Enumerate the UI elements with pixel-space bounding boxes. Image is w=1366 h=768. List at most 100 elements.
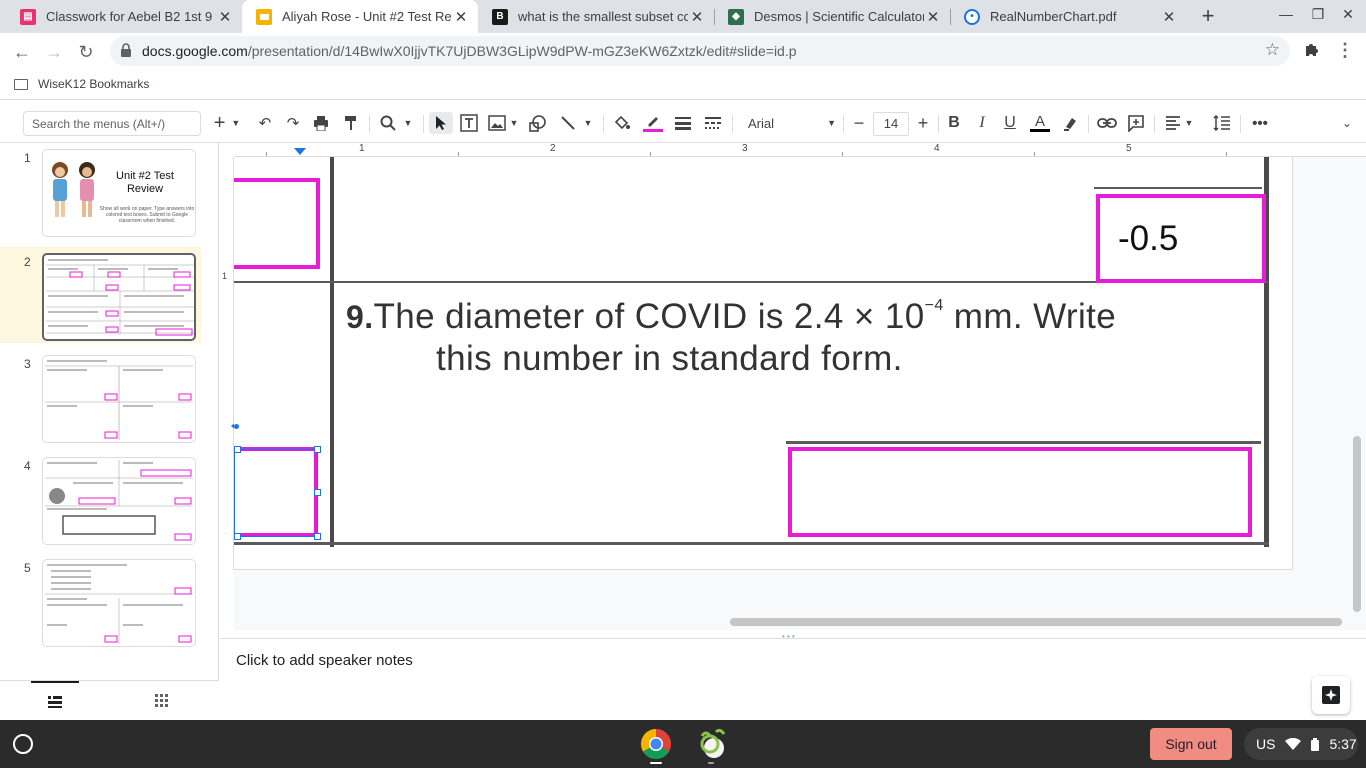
box-shadow-line bbox=[786, 441, 1261, 444]
new-tab-button[interactable]: + bbox=[1196, 4, 1220, 28]
tab-slides[interactable]: Aliyah Rose - Unit #2 Test Revie ✕ bbox=[242, 0, 478, 33]
forward-button[interactable]: → bbox=[42, 40, 66, 64]
resize-handle[interactable] bbox=[234, 533, 241, 540]
more-options-icon[interactable]: ••• bbox=[1248, 112, 1272, 134]
undo-button[interactable]: ↶ bbox=[254, 112, 276, 134]
bold-button[interactable]: B bbox=[944, 112, 964, 134]
collapse-toolbar-icon[interactable]: ⌄ bbox=[1336, 112, 1358, 134]
select-cursor-icon[interactable] bbox=[429, 112, 453, 134]
menu-search-input[interactable]: Search the menus (Alt+/) bbox=[23, 111, 201, 136]
worksheet-preview bbox=[45, 564, 193, 644]
question-line-1: The diameter of COVID is 2.4 × 10 bbox=[373, 297, 925, 336]
explore-button[interactable] bbox=[1312, 676, 1350, 714]
extensions-puzzle-icon[interactable] bbox=[1302, 40, 1322, 60]
resize-handle[interactable] bbox=[234, 446, 241, 453]
answer-box-9[interactable] bbox=[788, 447, 1252, 537]
fill-color-icon[interactable] bbox=[611, 112, 633, 134]
add-comment-icon[interactable] bbox=[1124, 112, 1148, 134]
slides-toolbar: Search the menus (Alt+/) + ▼ ↶ ↷ ▼ ▼ ▼ Ar… bbox=[0, 103, 1366, 143]
text-color-icon[interactable]: A bbox=[1028, 112, 1052, 134]
slide-thumbnail-2[interactable]: 2 bbox=[0, 247, 201, 343]
slide-thumbnail-4[interactable]: 4 bbox=[0, 451, 201, 547]
close-icon[interactable]: ✕ bbox=[688, 8, 706, 26]
slide-thumbnail-1[interactable]: 1 Unit #2 Test Review Show all work on p… bbox=[0, 143, 201, 239]
question-line-1-end: mm. Write bbox=[943, 297, 1117, 336]
paint-format-icon[interactable] bbox=[340, 112, 362, 134]
answer-8-text[interactable]: -0.5 bbox=[1118, 219, 1178, 259]
highlight-color-icon[interactable] bbox=[1058, 112, 1082, 134]
launcher-icon[interactable] bbox=[13, 734, 33, 754]
border-dash-icon[interactable] bbox=[702, 112, 724, 134]
status-tray[interactable]: US 5:37 bbox=[1244, 728, 1358, 760]
thumbnail-title: Unit #2 Test Review bbox=[116, 170, 174, 195]
browser-menu-icon[interactable]: ⋮ bbox=[1336, 40, 1354, 60]
close-icon[interactable]: ✕ bbox=[452, 8, 470, 26]
border-color-icon[interactable] bbox=[641, 112, 665, 134]
slide-canvas[interactable]: -0.5 9.The diameter of COVID is 2.4 × 10… bbox=[234, 157, 1293, 570]
indent-marker-icon[interactable] bbox=[292, 148, 308, 156]
slide-thumbnail-3[interactable]: 3 bbox=[0, 349, 201, 445]
answer-box-previous-left[interactable] bbox=[234, 178, 320, 269]
close-icon[interactable]: ✕ bbox=[1160, 8, 1178, 26]
tab-pdf[interactable]: • RealNumberChart.pdf ✕ bbox=[950, 0, 1186, 33]
insert-link-icon[interactable] bbox=[1095, 112, 1119, 134]
locale-label: US bbox=[1256, 736, 1276, 752]
lock-icon bbox=[121, 43, 131, 57]
ruler-mark: 4 bbox=[934, 143, 940, 154]
speaker-notes[interactable]: Click to add speaker notes bbox=[220, 638, 1366, 720]
redo-button[interactable]: ↷ bbox=[282, 112, 304, 134]
line-spacing-icon[interactable] bbox=[1210, 112, 1234, 134]
border-weight-icon[interactable] bbox=[672, 112, 694, 134]
back-button[interactable]: ← bbox=[10, 40, 34, 64]
close-icon[interactable]: ✕ bbox=[924, 8, 942, 26]
font-family-select[interactable]: Arial ▼ bbox=[740, 112, 840, 134]
minimize-button[interactable]: — bbox=[1276, 6, 1296, 26]
maximize-button[interactable]: ❐ bbox=[1308, 6, 1328, 26]
worksheet-preview bbox=[45, 460, 193, 541]
horizontal-scrollbar[interactable] bbox=[730, 618, 1342, 626]
align-icon[interactable]: ▼ bbox=[1160, 112, 1198, 134]
resize-handle[interactable] bbox=[314, 533, 321, 540]
thumbnail-preview: Unit #2 Test Review Show all work on pap… bbox=[42, 149, 196, 237]
increase-font-size-button[interactable]: + bbox=[913, 112, 933, 134]
tab-desmos[interactable]: ◆ Desmos | Scientific Calculator ✕ bbox=[714, 0, 950, 33]
italic-button[interactable]: I bbox=[972, 112, 992, 134]
resize-handle[interactable] bbox=[314, 489, 321, 496]
active-app-indicator bbox=[650, 762, 662, 764]
zoom-icon[interactable]: ▼ bbox=[376, 112, 416, 134]
tab-classroom[interactable]: ▤ Classwork for Aebel B2 1st 9 we ✕ bbox=[6, 0, 242, 33]
line-icon[interactable]: ▼ bbox=[556, 112, 596, 134]
os-shelf: Sign out US 5:37 bbox=[0, 720, 1366, 768]
address-bar[interactable]: docs.google.com/presentation/d/14BwIwX0I… bbox=[110, 36, 1290, 66]
thumbnail-preview bbox=[42, 253, 196, 341]
pdf-icon: • bbox=[964, 8, 980, 25]
question-9-text[interactable]: 9.The diameter of COVID is 2.4 × 10−4 mm… bbox=[346, 285, 1116, 379]
grid-view-icon[interactable] bbox=[140, 681, 184, 721]
close-icon[interactable]: ✕ bbox=[216, 8, 234, 26]
sign-out-button[interactable]: Sign out bbox=[1150, 728, 1232, 760]
list-view-icon[interactable] bbox=[31, 681, 79, 721]
ruler-mark: 5 bbox=[1126, 143, 1132, 154]
bookmark-folder[interactable]: WiseK12 Bookmarks bbox=[14, 77, 149, 91]
girls-illustration-icon bbox=[52, 162, 95, 217]
vertical-scrollbar[interactable] bbox=[1353, 436, 1361, 612]
thumbnail-subtitle: Show all work on paper. Type answers int… bbox=[99, 206, 195, 224]
print-icon[interactable] bbox=[310, 112, 332, 134]
bookmark-star-icon[interactable]: ☆ bbox=[1265, 40, 1280, 60]
text-box-icon[interactable] bbox=[458, 112, 480, 134]
resize-handle[interactable] bbox=[314, 446, 321, 453]
font-size-input[interactable]: 14 bbox=[873, 112, 909, 136]
new-slide-button[interactable]: + ▼ bbox=[208, 112, 246, 134]
window-close-button[interactable]: ✕ bbox=[1338, 6, 1358, 26]
underline-button[interactable]: U bbox=[1000, 112, 1020, 134]
insert-image-icon[interactable]: ▼ bbox=[486, 112, 520, 134]
reload-button[interactable]: ↻ bbox=[74, 40, 98, 64]
tab-brainly[interactable]: B what is the smallest subset con ✕ bbox=[478, 0, 714, 33]
wellness-app-icon[interactable] bbox=[696, 728, 728, 760]
chrome-icon[interactable] bbox=[640, 728, 672, 760]
rotate-handle[interactable] bbox=[234, 424, 239, 429]
decrease-font-size-button[interactable]: − bbox=[849, 112, 869, 134]
speaker-notes-placeholder[interactable]: Click to add speaker notes bbox=[236, 652, 413, 669]
shape-icon[interactable] bbox=[527, 112, 549, 134]
slide-thumbnail-5[interactable]: 5 bbox=[0, 553, 201, 649]
